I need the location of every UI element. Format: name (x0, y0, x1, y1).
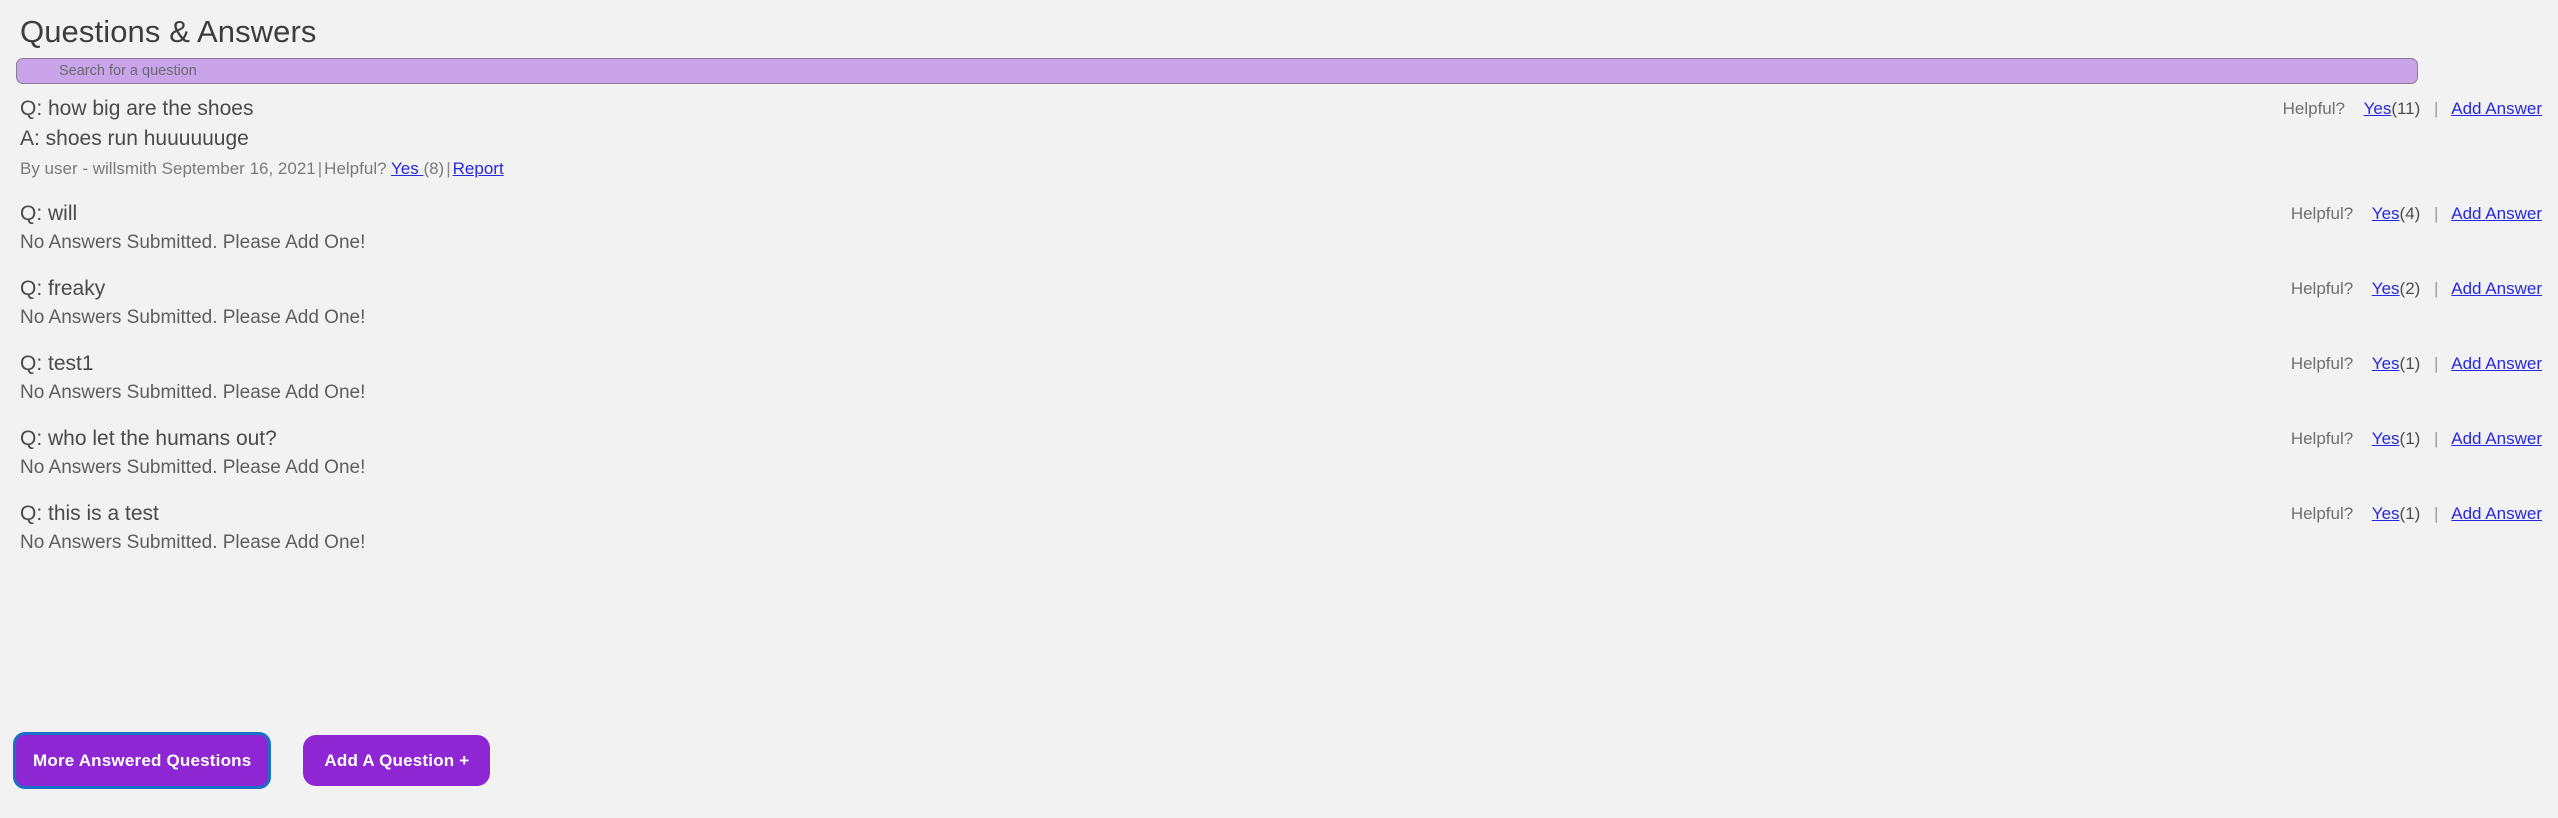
helpful-count: (1) (2399, 429, 2421, 448)
page-title: Questions & Answers (20, 14, 317, 49)
questions-list: Q: how big are the shoes Helpful? Yes(11… (16, 94, 2542, 557)
add-answer-link[interactable]: Add Answer (2451, 279, 2542, 298)
separator-pipe: | (2434, 204, 2439, 223)
helpful-yes-link[interactable]: Yes (2372, 504, 2400, 523)
byline-helpful-label: Helpful? (324, 159, 387, 178)
add-answer-link[interactable]: Add Answer (2451, 204, 2542, 223)
helpful-yes-link[interactable]: Yes (2372, 429, 2400, 448)
add-answer-link[interactable]: Add Answer (2451, 99, 2542, 118)
helpful-count: (1) (2399, 354, 2421, 373)
helpful-yes-link[interactable]: Yes (2372, 279, 2400, 298)
separator-pipe: | (2434, 504, 2439, 523)
no-answers-text: No Answers Submitted. Please Add One! (20, 307, 366, 328)
separator-pipe: | (2434, 279, 2439, 298)
helpful-label: Helpful? (2282, 99, 2345, 118)
separator-pipe: | (2434, 354, 2439, 373)
separator-pipe: | (2434, 99, 2439, 118)
helpful-count: (2) (2399, 279, 2421, 298)
add-answer-link[interactable]: Add Answer (2451, 429, 2542, 448)
helpful-label: Helpful? (2290, 204, 2354, 223)
question-text: Q: this is a test (20, 502, 159, 525)
helpful-label: Helpful? (2290, 504, 2354, 523)
question-item: Q: this is a test Helpful? Yes(1) | Add … (16, 499, 2542, 557)
helpful-count: (11) (2391, 99, 2421, 118)
more-answered-questions-button[interactable]: More Answered Questions (16, 735, 269, 786)
question-text: Q: will (20, 202, 78, 225)
byline-yes-link[interactable]: Yes (391, 159, 423, 178)
question-item: Q: test1 Helpful? Yes(1) | Add Answer No… (16, 349, 2542, 407)
helpful-label: Helpful? (2290, 279, 2354, 298)
question-text: Q: test1 (20, 352, 94, 375)
helpful-count: (1) (2399, 504, 2421, 523)
add-answer-link[interactable]: Add Answer (2451, 504, 2542, 523)
byline-separator-pipe: | (317, 159, 323, 178)
helpful-cluster: Helpful? Yes(1) | Add Answer (2291, 428, 2542, 450)
helpful-cluster: Helpful? Yes(1) | Add Answer (2291, 503, 2542, 525)
no-answers-text: No Answers Submitted. Please Add One! (20, 232, 366, 253)
helpful-yes-link[interactable]: Yes (2364, 99, 2392, 118)
qa-action-buttons: More Answered Questions Add A Question + (16, 735, 491, 786)
helpful-label: Helpful? (2290, 429, 2354, 448)
question-text: Q: how big are the shoes (20, 97, 254, 120)
question-item: Q: who let the humans out? Helpful? Yes(… (16, 424, 2542, 482)
helpful-cluster: Helpful? Yes(4) | Add Answer (2291, 203, 2542, 225)
add-a-question-button[interactable]: Add A Question + (303, 735, 491, 786)
no-answers-text: No Answers Submitted. Please Add One! (20, 457, 366, 478)
report-link[interactable]: Report (453, 159, 504, 178)
questions-and-answers-panel: Questions & Answers Q: how big are the s… (0, 0, 2558, 818)
helpful-cluster: Helpful? Yes(2) | Add Answer (2291, 278, 2542, 300)
question-item: Q: how big are the shoes Helpful? Yes(11… (16, 94, 2542, 182)
no-answers-text: No Answers Submitted. Please Add One! (20, 382, 366, 403)
no-answers-text: No Answers Submitted. Please Add One! (20, 532, 366, 553)
answer-text: A: shoes run huuuuuuge (20, 127, 249, 150)
helpful-count: (4) (2399, 204, 2421, 223)
answer-byline-author: By user - willsmith September 16, 2021 (20, 159, 316, 178)
helpful-cluster: Helpful? Yes(1) | Add Answer (2291, 353, 2542, 375)
byline-separator-pipe-2: | (446, 159, 451, 178)
question-text: Q: who let the humans out? (20, 427, 277, 450)
separator-pipe: | (2434, 429, 2439, 448)
helpful-label: Helpful? (2290, 354, 2354, 373)
byline-helpful-count: (8) (423, 159, 445, 178)
helpful-yes-link[interactable]: Yes (2372, 354, 2400, 373)
add-answer-link[interactable]: Add Answer (2451, 354, 2542, 373)
answer-byline: By user - willsmith September 16, 2021 | H… (20, 156, 2542, 182)
search-bar-wrapper (16, 58, 2542, 84)
question-item: Q: will Helpful? Yes(4) | Add Answer No … (16, 199, 2542, 257)
helpful-yes-link[interactable]: Yes (2372, 204, 2400, 223)
question-text: Q: freaky (20, 277, 106, 300)
helpful-cluster: Helpful? Yes(11) | Add Answer (2283, 98, 2542, 120)
question-item: Q: freaky Helpful? Yes(2) | Add Answer N… (16, 274, 2542, 332)
search-input[interactable] (16, 58, 2418, 84)
